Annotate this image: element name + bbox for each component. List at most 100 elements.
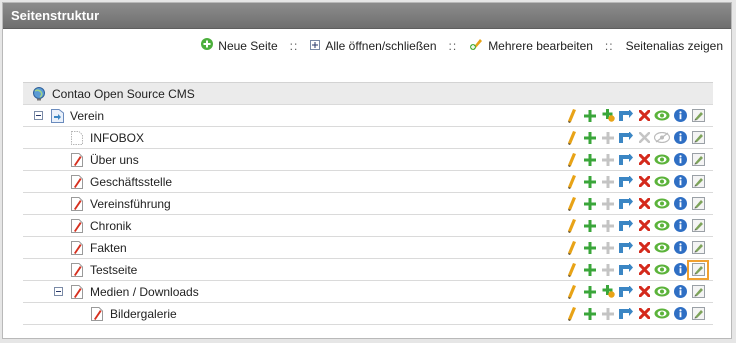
new-page-link[interactable]: Neue Seite: [201, 38, 278, 53]
edit-pencil-icon[interactable]: [564, 240, 580, 255]
move-page-icon[interactable]: [618, 241, 634, 255]
visibility-eye-icon[interactable]: [654, 263, 670, 277]
delete-icon[interactable]: [636, 109, 652, 123]
visibility-eye-icon[interactable]: [654, 219, 670, 233]
page-icon: [71, 196, 83, 211]
delete-icon[interactable]: [636, 175, 652, 189]
edit-pencil-icon[interactable]: [564, 196, 580, 211]
info-icon[interactable]: [672, 153, 688, 167]
edit-multiple-link[interactable]: Mehrere bearbeiten: [469, 37, 593, 54]
page-alias-link[interactable]: Seitenalias zeigen: [626, 39, 723, 53]
toggle-all-link[interactable]: Alle öffnen/schließen: [310, 39, 437, 53]
paste-into-disabled-icon: [600, 241, 616, 255]
info-icon[interactable]: [672, 307, 688, 321]
visibility-eye-off-icon[interactable]: [654, 131, 670, 145]
add-page-icon[interactable]: [582, 109, 598, 123]
edit-pencil-icon[interactable]: [564, 262, 580, 277]
edit-pencil-icon[interactable]: [564, 130, 580, 145]
collapse-toggle[interactable]: [34, 111, 43, 120]
edit-header-icon[interactable]: [690, 131, 706, 145]
add-page-icon[interactable]: [582, 219, 598, 233]
page-alias-label: Seitenalias zeigen: [625, 38, 723, 53]
tree-row-label[interactable]: Vereinsführung: [90, 197, 171, 211]
add-page-icon[interactable]: [582, 285, 598, 299]
paste-into-disabled-icon: [600, 153, 616, 167]
edit-header-icon[interactable]: [690, 241, 706, 255]
row-actions: [562, 281, 706, 302]
paste-into-disabled-icon: [600, 307, 616, 321]
edit-pencil-icon[interactable]: [564, 152, 580, 167]
info-icon[interactable]: [672, 241, 688, 255]
add-page-icon[interactable]: [582, 307, 598, 321]
info-icon[interactable]: [672, 175, 688, 189]
add-page-icon[interactable]: [582, 175, 598, 189]
toolbar-separator: ::: [604, 38, 614, 53]
visibility-eye-icon[interactable]: [654, 153, 670, 167]
move-page-icon[interactable]: [618, 263, 634, 277]
info-icon[interactable]: [672, 285, 688, 299]
tree-row-label[interactable]: INFOBOX: [90, 131, 144, 145]
add-page-icon[interactable]: [582, 131, 598, 145]
tree-row-label[interactable]: Testseite: [90, 263, 137, 277]
info-icon[interactable]: [672, 109, 688, 123]
delete-icon[interactable]: [636, 307, 652, 321]
tree-row-label[interactable]: Bildergalerie: [110, 307, 177, 321]
move-page-icon[interactable]: [618, 285, 634, 299]
edit-header-icon[interactable]: [690, 197, 706, 211]
edit-header-icon[interactable]: [690, 307, 706, 321]
edit-header-icon[interactable]: [687, 259, 709, 280]
tree-row: INFOBOX: [23, 127, 713, 149]
move-page-icon[interactable]: [618, 307, 634, 321]
paste-into-icon[interactable]: [600, 285, 616, 299]
delete-icon[interactable]: [636, 285, 652, 299]
paste-into-icon[interactable]: [600, 109, 616, 123]
move-page-icon[interactable]: [618, 197, 634, 211]
tree-row: Medien / Downloads: [23, 281, 713, 303]
tree-row-label[interactable]: Verein: [70, 109, 104, 123]
tree-row-label[interactable]: Geschäftsstelle: [90, 175, 172, 189]
edit-pencil-icon[interactable]: [564, 108, 580, 123]
page-icon: [71, 174, 83, 189]
delete-icon[interactable]: [636, 219, 652, 233]
info-icon[interactable]: [672, 219, 688, 233]
edit-pencil-icon[interactable]: [564, 306, 580, 321]
edit-pencil-icon[interactable]: [564, 174, 580, 189]
add-page-icon[interactable]: [582, 263, 598, 277]
visibility-eye-icon[interactable]: [654, 285, 670, 299]
delete-icon[interactable]: [636, 263, 652, 277]
visibility-eye-icon[interactable]: [654, 307, 670, 321]
edit-pencil-icon[interactable]: [564, 284, 580, 299]
add-page-icon[interactable]: [582, 241, 598, 255]
add-page-icon[interactable]: [582, 153, 598, 167]
delete-icon[interactable]: [636, 153, 652, 167]
tree-row-label[interactable]: Chronik: [90, 219, 131, 233]
info-icon[interactable]: [672, 197, 688, 211]
move-page-icon[interactable]: [618, 219, 634, 233]
tree-row: Testseite: [23, 259, 713, 281]
move-page-icon[interactable]: [618, 131, 634, 145]
info-icon[interactable]: [672, 131, 688, 145]
tree-row: Über uns: [23, 149, 713, 171]
edit-header-icon[interactable]: [690, 109, 706, 123]
visibility-eye-icon[interactable]: [654, 197, 670, 211]
edit-pencil-icon[interactable]: [564, 218, 580, 233]
collapse-toggle[interactable]: [54, 287, 63, 296]
edit-header-icon[interactable]: [690, 153, 706, 167]
tree-row-label[interactable]: Über uns: [90, 153, 139, 167]
visibility-eye-icon[interactable]: [654, 241, 670, 255]
paste-into-disabled-icon: [600, 197, 616, 211]
delete-icon[interactable]: [636, 241, 652, 255]
edit-header-icon[interactable]: [690, 285, 706, 299]
tree-row-label[interactable]: Fakten: [90, 241, 127, 255]
move-page-icon[interactable]: [618, 175, 634, 189]
move-page-icon[interactable]: [618, 109, 634, 123]
delete-icon[interactable]: [636, 197, 652, 211]
visibility-eye-icon[interactable]: [654, 175, 670, 189]
visibility-eye-icon[interactable]: [654, 109, 670, 123]
tree-row-label[interactable]: Medien / Downloads: [90, 285, 199, 299]
info-icon[interactable]: [672, 263, 688, 277]
edit-header-icon[interactable]: [690, 175, 706, 189]
move-page-icon[interactable]: [618, 153, 634, 167]
edit-header-icon[interactable]: [690, 219, 706, 233]
add-page-icon[interactable]: [582, 197, 598, 211]
